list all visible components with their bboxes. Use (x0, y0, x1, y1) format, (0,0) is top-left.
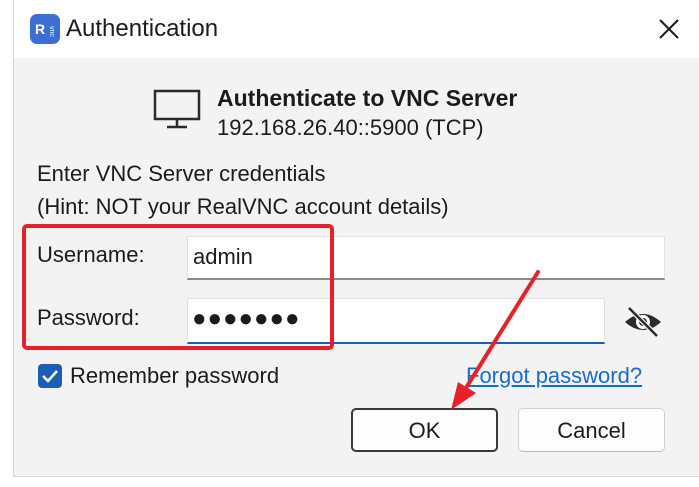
window-title: Authentication (66, 15, 219, 42)
credentials-prompt: Enter VNC Server credentials (37, 161, 326, 186)
server-heading: Authenticate to VNC Server (217, 85, 518, 111)
server-address: 192.168.26.40::5900 (TCP) (217, 115, 484, 140)
cancel-button[interactable]: Cancel (518, 408, 665, 452)
svg-text:vnc: vnc (48, 26, 55, 37)
credentials-highlight-box (22, 224, 334, 350)
monitor-icon (153, 88, 201, 132)
close-icon[interactable] (652, 12, 686, 46)
authentication-dialog: R vnc Authentication Authenticate to VNC… (13, 0, 699, 477)
remember-password-label[interactable]: Remember password (70, 362, 279, 390)
title-bar: R vnc Authentication (14, 0, 699, 58)
credentials-hint: (Hint: NOT your RealVNC account details) (37, 194, 449, 219)
forgot-password-link[interactable]: Forgot password? (466, 362, 642, 390)
hide-password-eye-icon[interactable] (621, 302, 665, 342)
remember-password-checkbox[interactable] (38, 364, 62, 388)
ok-button[interactable]: OK (351, 408, 498, 452)
svg-text:R: R (35, 21, 45, 37)
realvnc-app-icon: R vnc (30, 14, 60, 44)
